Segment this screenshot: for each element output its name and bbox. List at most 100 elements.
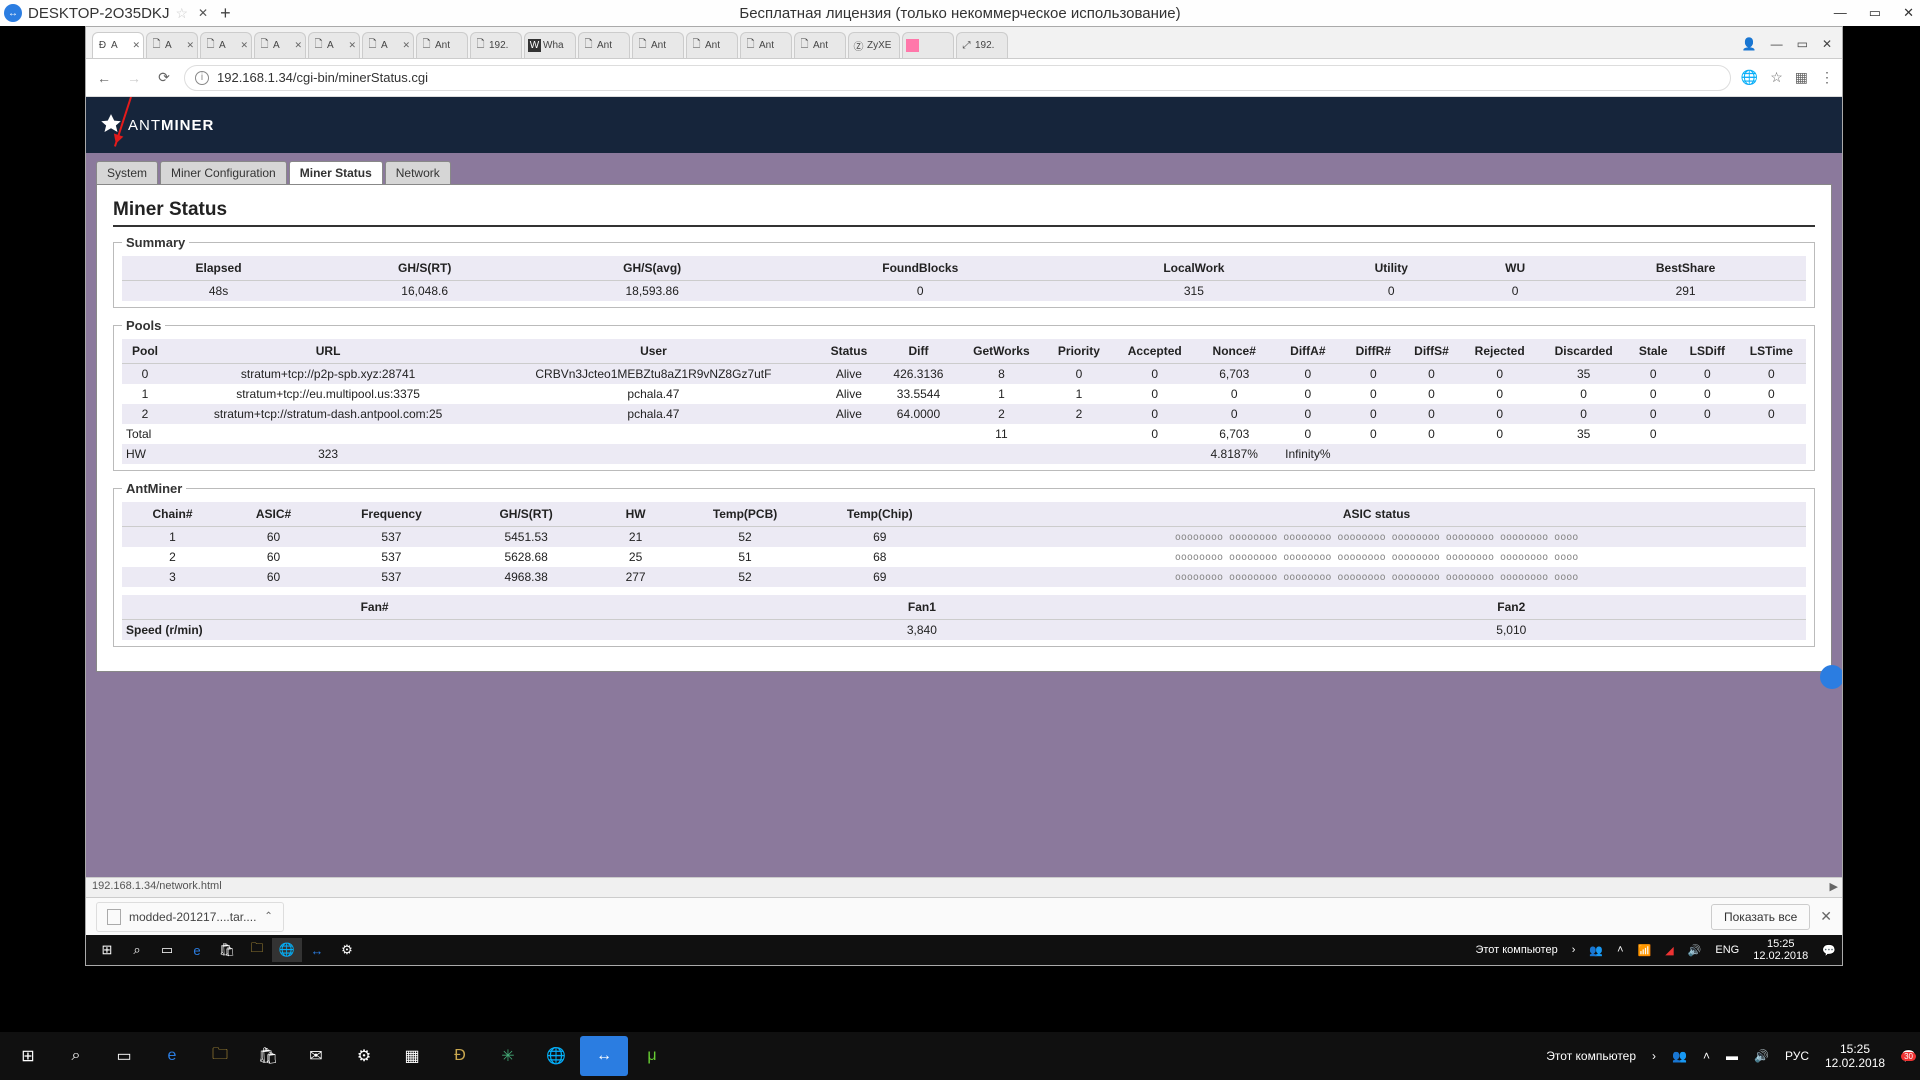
tv-add-tab[interactable]: + [220, 3, 231, 24]
table-row: Speed (r/min)3,8405,010 [122, 620, 1806, 641]
chrome-icon[interactable]: 🌐 [532, 1036, 580, 1076]
browser-tab[interactable]: 🗋Ant [686, 32, 738, 58]
clock[interactable]: 15:2512.02.2018 [1825, 1042, 1885, 1071]
browser-tab[interactable]: 🗋192. [470, 32, 522, 58]
close-icon[interactable]: ✕ [1903, 5, 1914, 21]
volume-icon[interactable]: 🔊 [1754, 1049, 1769, 1063]
star-icon[interactable]: ☆ [175, 5, 188, 22]
people-icon[interactable]: 👥 [1672, 1049, 1687, 1063]
tab-system[interactable]: System [96, 161, 158, 184]
dogecoin-icon[interactable]: Ð [436, 1036, 484, 1076]
translate-icon[interactable]: 🌐 [1741, 69, 1758, 86]
utorrent-icon[interactable]: μ [628, 1036, 676, 1076]
maximize-icon[interactable]: ▭ [1869, 5, 1881, 21]
chevron-up-icon[interactable]: ⌃ [264, 911, 272, 922]
browser-tab[interactable]: 🗋Ant [578, 32, 630, 58]
fan-table: Fan#Fan1Fan2 Speed (r/min)3,8405,010 [122, 595, 1806, 640]
teamviewer-side-badge[interactable] [1820, 665, 1842, 689]
extension-icon[interactable]: ▦ [1795, 69, 1808, 86]
notifications-icon[interactable]: 💬30 [1901, 1049, 1916, 1063]
settings-icon[interactable]: ⚙ [332, 938, 362, 962]
chrome-minimize-icon[interactable]: — [1771, 37, 1783, 51]
computer-label[interactable]: Этот компьютер [1546, 1049, 1636, 1063]
clock[interactable]: 15:2512.02.2018 [1753, 938, 1808, 962]
chrome-maximize-icon[interactable]: ▭ [1797, 37, 1808, 51]
teamviewer-task-icon[interactable]: ↔ [580, 1036, 628, 1076]
close-downloads-icon[interactable]: ✕ [1820, 908, 1832, 925]
browser-tab[interactable] [902, 32, 954, 58]
people-icon[interactable]: 👥 [1589, 944, 1603, 957]
chrome-close-icon[interactable]: ✕ [1822, 37, 1832, 51]
table-row: 0stratum+tcp://p2p-spb.xyz:28741CRBVn3Jc… [122, 364, 1806, 385]
volume-icon[interactable]: 🔊 [1688, 944, 1702, 957]
profile-icon[interactable]: 👤 [1742, 37, 1757, 51]
avira-icon[interactable]: ◢ [1665, 944, 1673, 957]
tv-tab-close[interactable]: ✕ [198, 6, 208, 20]
browser-tab[interactable]: 🗋A✕ [254, 32, 306, 58]
search-icon[interactable]: ⌕ [122, 938, 152, 962]
battery-icon[interactable]: ▬ [1726, 1049, 1738, 1063]
settings-icon[interactable]: ⚙ [340, 1036, 388, 1076]
download-item[interactable]: modded-201217....tar.... ⌃ [96, 902, 284, 932]
back-icon[interactable]: ← [94, 70, 114, 86]
browser-tab[interactable]: 🗋A✕ [200, 32, 252, 58]
forward-icon[interactable]: → [124, 70, 144, 86]
tray-chevron-icon[interactable]: ˄ [1703, 1049, 1710, 1063]
browser-tab[interactable]: 🗋Ant [740, 32, 792, 58]
browser-tab[interactable]: ÐA✕ [92, 32, 144, 58]
scroll-right-icon[interactable]: ▶ [1830, 880, 1838, 893]
browser-tab[interactable]: ⓏZyXE [848, 32, 900, 58]
lang-indicator[interactable]: РУС [1785, 1049, 1809, 1063]
computer-label[interactable]: Этот компьютер [1475, 944, 1557, 956]
pools-section: Pools PoolURLUserStatusDiffGetWorksPrior… [113, 318, 1815, 471]
chrome-status: 192.168.1.34/network.html ▶ [86, 877, 1842, 897]
browser-tab[interactable]: 🗋Ant [632, 32, 684, 58]
status-url: 192.168.1.34/network.html [92, 880, 222, 892]
tab-status[interactable]: Miner Status [289, 161, 383, 184]
table-row: Total1106,7030000350 [122, 424, 1806, 444]
browser-tab[interactable]: 🗋A✕ [362, 32, 414, 58]
explorer-icon[interactable]: 🗀 [242, 938, 272, 962]
app-icon[interactable]: ✳ [484, 1036, 532, 1076]
explorer-icon[interactable]: 🗀 [196, 1036, 244, 1076]
page-header: ANTMINER [86, 97, 1842, 153]
tab-network[interactable]: Network [385, 161, 451, 184]
taskview-icon[interactable]: ▭ [152, 938, 182, 962]
tab-config[interactable]: Miner Configuration [160, 161, 287, 184]
chrome-toolbar: ← → ⟳ i 192.168.1.34/cgi-bin/minerStatus… [86, 59, 1842, 97]
address-bar[interactable]: i 192.168.1.34/cgi-bin/minerStatus.cgi [184, 65, 1731, 91]
summary-section: Summary ElapsedGH/S(RT)GH/S(avg)FoundBlo… [113, 235, 1815, 308]
chevron-right-icon[interactable]: › [1572, 944, 1576, 956]
start-icon[interactable]: ⊞ [4, 1036, 52, 1076]
lang-indicator[interactable]: ENG [1715, 944, 1739, 956]
taskview-icon[interactable]: ▭ [100, 1036, 148, 1076]
mail-icon[interactable]: ✉ [292, 1036, 340, 1076]
browser-tab[interactable]: WWha [524, 32, 576, 58]
start-icon[interactable]: ⊞ [92, 938, 122, 962]
calculator-icon[interactable]: ▦ [388, 1036, 436, 1076]
browser-tab[interactable]: ⤢192. [956, 32, 1008, 58]
tray-chevron-icon[interactable]: ˄ [1617, 944, 1623, 956]
edge-icon[interactable]: e [182, 938, 212, 962]
reload-icon[interactable]: ⟳ [154, 69, 174, 86]
search-icon[interactable]: ⌕ [52, 1036, 100, 1076]
store-icon[interactable]: 🛍 [212, 938, 242, 962]
browser-tab[interactable]: 🗋A✕ [308, 32, 360, 58]
menu-icon[interactable]: ⋮ [1820, 69, 1834, 86]
show-all-button[interactable]: Показать все [1711, 904, 1810, 930]
browser-tab[interactable]: 🗋A✕ [146, 32, 198, 58]
table-row: 2stratum+tcp://stratum-dash.antpool.com:… [122, 404, 1806, 424]
wifi-icon[interactable]: 📶 [1638, 944, 1652, 957]
browser-tab[interactable]: 🗋Ant [416, 32, 468, 58]
notifications-icon[interactable]: 💬 [1822, 944, 1836, 957]
chrome-icon[interactable]: 🌐 [272, 938, 302, 962]
store-icon[interactable]: 🛍 [244, 1036, 292, 1076]
teamviewer-task-icon[interactable]: ↔ [302, 938, 332, 962]
bookmark-icon[interactable]: ☆ [1770, 69, 1783, 86]
edge-icon[interactable]: e [148, 1036, 196, 1076]
chevron-right-icon[interactable]: › [1652, 1049, 1656, 1063]
page-viewport: ANTMINER System Miner Configuration Mine… [86, 97, 1842, 877]
browser-tab[interactable]: 🗋Ant [794, 32, 846, 58]
site-info-icon[interactable]: i [195, 71, 209, 85]
minimize-icon[interactable]: — [1834, 5, 1847, 21]
